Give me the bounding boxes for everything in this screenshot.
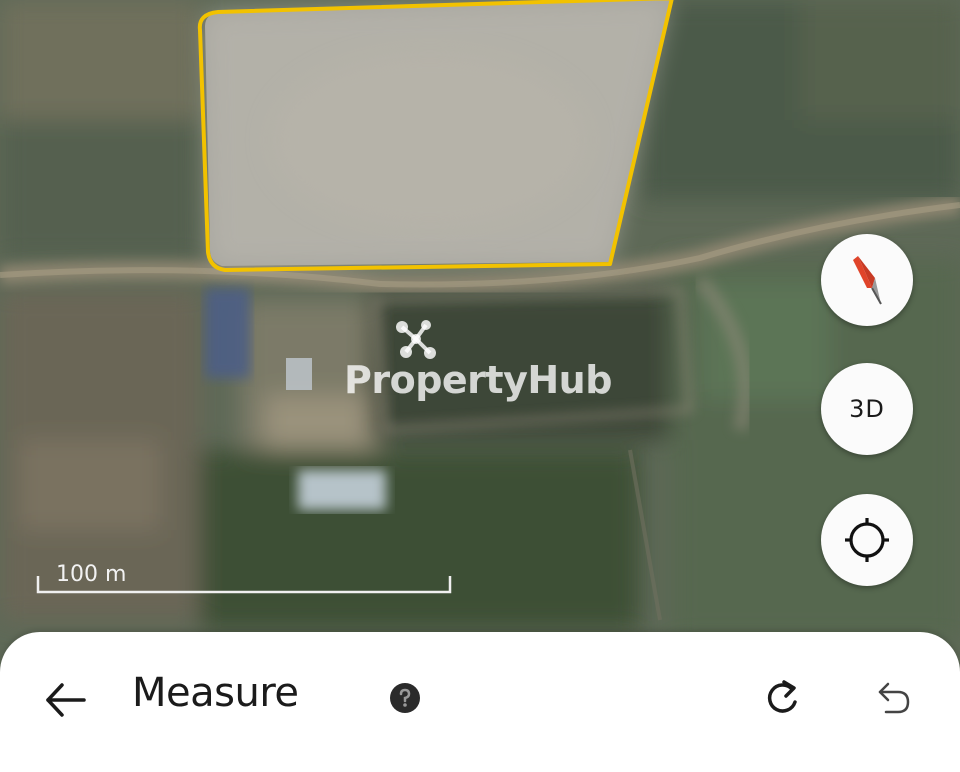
page-title: Measure bbox=[132, 670, 299, 716]
compass-button[interactable] bbox=[821, 234, 913, 326]
undo-icon bbox=[878, 682, 910, 714]
compass-icon bbox=[853, 256, 882, 305]
crosshair-icon bbox=[845, 518, 889, 562]
redo-icon bbox=[767, 680, 797, 713]
3d-toggle-label: 3D bbox=[849, 395, 885, 423]
scale-label: 100 m bbox=[56, 562, 127, 587]
satellite-imagery bbox=[0, 0, 960, 720]
redo-button[interactable] bbox=[760, 676, 804, 720]
map-scale-bar: 100 m bbox=[36, 560, 456, 600]
back-button[interactable] bbox=[42, 676, 90, 724]
satellite-map[interactable] bbox=[0, 0, 960, 720]
help-icon bbox=[399, 688, 411, 707]
my-location-button[interactable] bbox=[821, 494, 913, 586]
3d-toggle-button[interactable]: 3D bbox=[821, 363, 913, 455]
help-button[interactable] bbox=[390, 683, 420, 713]
undo-button[interactable] bbox=[872, 676, 916, 720]
arrow-left-icon bbox=[46, 683, 86, 717]
